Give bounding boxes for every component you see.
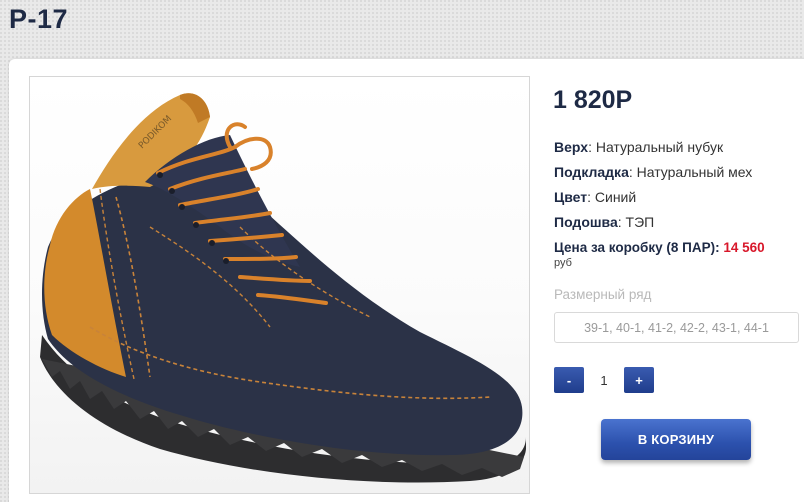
spec-lining: Подкладка: Натуральный мех <box>554 160 752 185</box>
spec-sole: Подошва: ТЭП <box>554 210 752 235</box>
quantity-increment-button[interactable]: + <box>624 367 654 393</box>
box-price-label: Цена за коробку (8 ПАР): <box>554 240 720 255</box>
spec-label: Подошва <box>554 214 618 230</box>
spec-list: Верх: Натуральный нубук Подкладка: Натур… <box>554 135 752 235</box>
size-range-field[interactable]: 39-1, 40-1, 41-2, 42-2, 43-1, 44-1 <box>554 312 799 343</box>
spec-upper: Верх: Натуральный нубук <box>554 135 752 160</box>
page-title: P-17 <box>9 4 69 34</box>
product-price: 1 820Р <box>553 86 633 114</box>
spec-label: Верх <box>554 139 589 155</box>
shoe-illustration: PODIKOM <box>40 93 526 483</box>
spec-color: Цвет: Синий <box>554 185 752 210</box>
spec-value: : Натуральный мех <box>628 164 753 180</box>
product-image[interactable]: PODIKOM <box>29 76 530 494</box>
quantity-value[interactable]: 1 <box>584 367 624 393</box>
spec-label: Цвет <box>554 189 588 205</box>
size-range-label: Размерный ряд <box>554 287 652 302</box>
spec-label: Подкладка <box>554 164 629 180</box>
box-price: Цена за коробку (8 ПАР): 14 560 <box>554 240 765 255</box>
spec-value: : ТЭП <box>617 214 655 230</box>
spec-value: : Натуральный нубук <box>588 139 724 155</box>
box-price-amount: 14 560 <box>723 240 765 255</box>
quantity-decrement-button[interactable]: - <box>554 367 584 393</box>
spec-value: : Синий <box>587 189 637 205</box>
box-price-currency: руб <box>554 257 572 269</box>
add-to-cart-button[interactable]: В КОРЗИНУ <box>601 419 751 460</box>
